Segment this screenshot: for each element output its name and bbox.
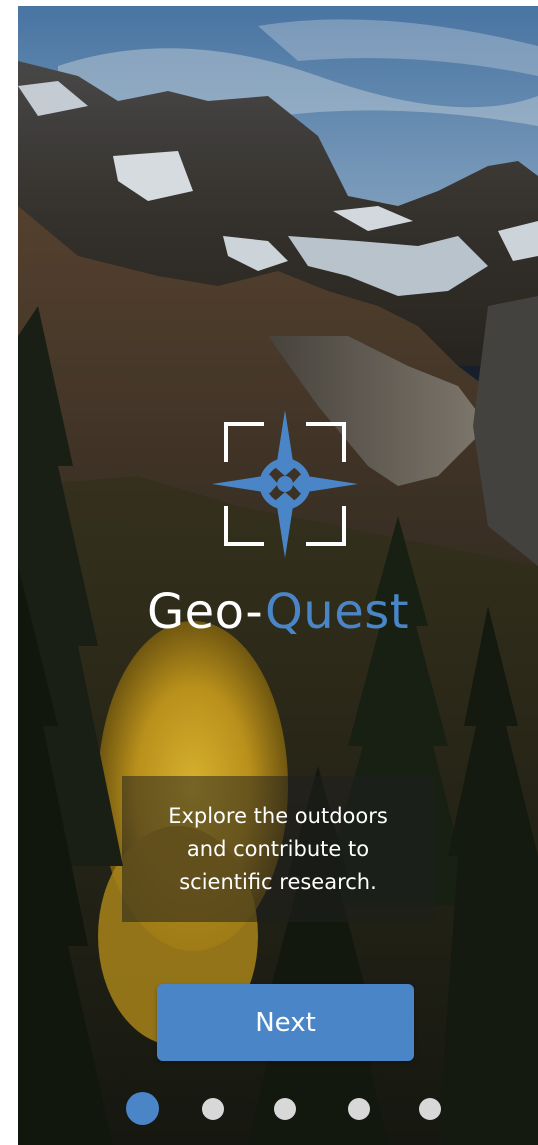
tagline-line-3: scientific research.	[179, 869, 377, 894]
page-dot-1-active[interactable]	[126, 1092, 159, 1125]
tagline-panel: Explore the outdoors and contribute to s…	[122, 776, 434, 922]
pagination-dots	[18, 1092, 538, 1126]
app-title-part-1: Geo-	[146, 584, 265, 640]
page-dot-5[interactable]	[419, 1098, 441, 1120]
page-dot-4[interactable]	[348, 1098, 370, 1120]
next-button[interactable]: Next	[157, 984, 414, 1061]
tagline-line-2: and contribute to	[186, 836, 370, 861]
tagline-line-1: Explore the outdoors	[168, 803, 388, 828]
page-dot-3[interactable]	[274, 1098, 296, 1120]
onboarding-screen: Geo-Quest Explore the outdoors and contr…	[18, 6, 538, 1145]
app-title: Geo-Quest	[18, 576, 538, 648]
app-title-part-2: Quest	[265, 584, 410, 640]
page-dot-2[interactable]	[202, 1098, 224, 1120]
compass-target-icon	[212, 410, 358, 558]
